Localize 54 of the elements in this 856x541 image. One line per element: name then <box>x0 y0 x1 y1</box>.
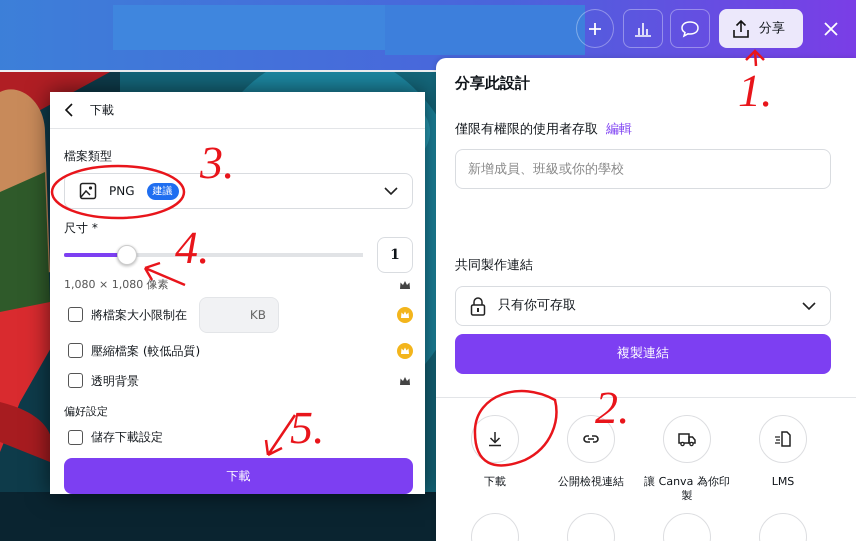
annotation-arrow <box>744 49 766 68</box>
checkbox-label: 透明背景 <box>91 372 139 390</box>
checkbox-label: 壓縮檔案 (較低品質) <box>91 342 200 360</box>
field-label: 尺寸 * <box>64 220 98 237</box>
recommended-badge: 建議 <box>146 182 179 200</box>
panel-title: 下載 <box>90 102 114 119</box>
add-button[interactable] <box>576 9 614 48</box>
crown-icon <box>397 342 413 358</box>
size-limit-field[interactable]: KB <box>199 296 279 332</box>
document-icon <box>773 428 793 448</box>
access-select[interactable]: 只有你可存取 <box>455 286 831 326</box>
comment-button[interactable] <box>670 9 710 48</box>
field-label: 檔案類型 <box>64 148 112 165</box>
upload-icon <box>731 18 751 38</box>
download-button[interactable]: 下載 <box>64 458 413 494</box>
annotation-number: 5. <box>290 405 324 451</box>
share-option-button[interactable] <box>759 414 807 462</box>
access-text: 僅限有權限的使用者存取 <box>455 120 598 138</box>
size-input[interactable]: 1 <box>377 237 413 273</box>
plus-icon <box>587 20 603 36</box>
insights-button[interactable] <box>623 9 663 48</box>
dimensions-text: 1,080 × 1,080 像素 <box>64 277 169 293</box>
select-value: 只有你可存取 <box>498 296 576 315</box>
close-icon <box>823 20 839 36</box>
annotation-number: 1. <box>738 68 772 114</box>
chevron-down-icon <box>802 300 816 310</box>
lock-icon <box>470 296 486 316</box>
speech-bubble-icon <box>680 20 700 38</box>
back-icon[interactable] <box>64 103 74 117</box>
checkbox-label: 儲存下載設定 <box>91 429 163 446</box>
checkbox[interactable] <box>68 430 83 444</box>
annotation-number: 2. <box>595 385 630 431</box>
slider-thumb[interactable] <box>116 245 137 265</box>
crown-icon <box>397 306 413 322</box>
option-label: LMS <box>770 474 796 489</box>
select-value: PNG <box>109 183 135 200</box>
chevron-down-icon <box>384 186 398 196</box>
annotation-number: 4. <box>175 225 210 271</box>
checkbox[interactable] <box>68 343 83 358</box>
option-label: 公開檢視連結 <box>557 474 625 489</box>
share-button[interactable]: 分享 <box>719 9 803 48</box>
field-label: 共同製作連結 <box>455 257 534 275</box>
invite-field[interactable]: 新增成員、班級或你的學校 <box>455 149 831 189</box>
share-option-button[interactable] <box>663 414 711 462</box>
image-icon <box>79 182 97 200</box>
edit-link[interactable]: 編輯 <box>606 120 632 139</box>
copy-link-button[interactable]: 複製連結 <box>455 334 831 374</box>
checkbox[interactable] <box>68 373 83 388</box>
option-label: 下載 <box>483 474 507 489</box>
panel-title: 分享此設計 <box>455 73 530 94</box>
checkbox-label: 將檔案大小限制在 <box>91 306 187 324</box>
section-label: 偏好設定 <box>64 404 109 420</box>
checkbox[interactable] <box>68 307 83 322</box>
option-label: 讓 Canva 為你印製 <box>643 474 731 504</box>
